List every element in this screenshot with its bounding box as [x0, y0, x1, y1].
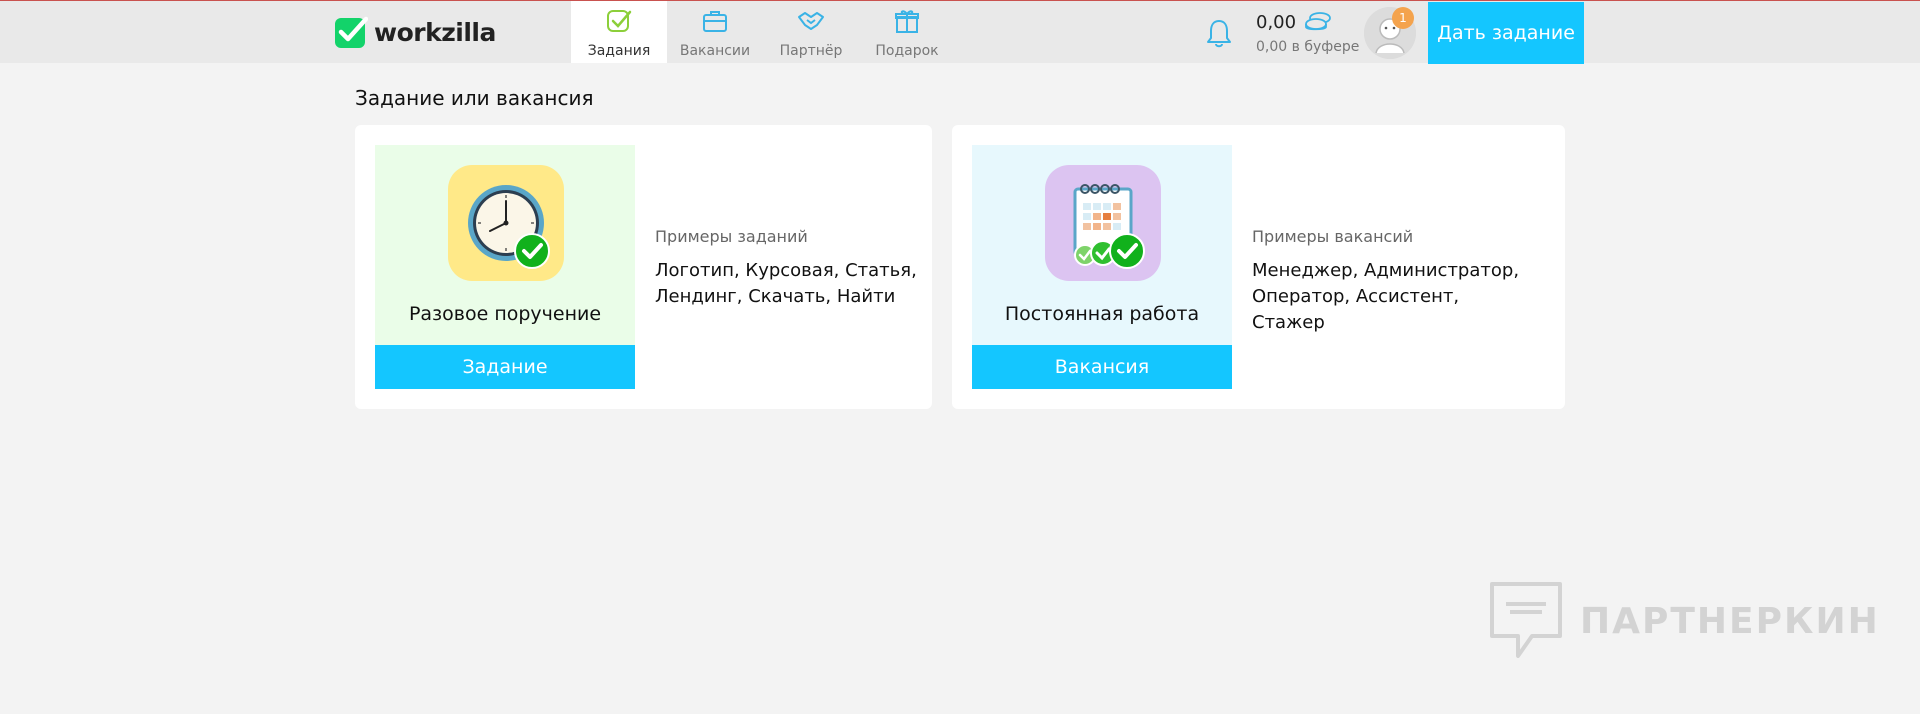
permanent-job-tile[interactable]: Постоянная работа Вакансия	[972, 145, 1232, 389]
logo[interactable]: workzilla	[334, 15, 496, 49]
nav-vacancies[interactable]: Вакансии	[667, 1, 763, 63]
tile-title: Разовое поручение	[408, 303, 602, 325]
balance[interactable]: 0,00 0,00 в буфере	[1256, 11, 1360, 56]
gift-icon	[895, 10, 919, 33]
task-check-icon	[607, 10, 632, 32]
page-title: Задание или вакансия	[355, 86, 594, 110]
nav-partner-label: Партнёр	[779, 43, 843, 59]
calendar-check-icon	[1073, 184, 1145, 269]
coins-icon	[1305, 12, 1331, 31]
give-task-button[interactable]: Дать задание	[1428, 2, 1584, 64]
nav-gift[interactable]: Подарок	[859, 1, 955, 63]
clock-tile-icon	[448, 165, 564, 281]
examples-text: Логотип, Курсовая, Статья, Лендинг, Скач…	[655, 260, 917, 307]
balance-buffer: 0,00 в буфере	[1256, 39, 1360, 55]
examples-label: Примеры заданий	[655, 227, 808, 246]
examples-text: Менеджер, Администратор, Оператор, Ассис…	[1252, 260, 1520, 333]
one-time-task-tile[interactable]: Разовое поручение Задание	[375, 145, 635, 389]
task-button[interactable]: Задание	[375, 345, 635, 389]
briefcase-icon	[703, 11, 727, 32]
vacancy-button[interactable]: Вакансия	[972, 345, 1232, 389]
calendar-tile-icon	[1045, 165, 1161, 281]
examples-label: Примеры вакансий	[1252, 227, 1414, 246]
watermark: ПАРТНЕРКИН	[1488, 580, 1880, 662]
nav-tasks-label: Задания	[587, 43, 651, 59]
logo-check-icon	[335, 16, 368, 48]
tile-title: Постоянная работа	[1004, 303, 1200, 325]
bell-icon[interactable]	[1204, 17, 1234, 49]
vacancy-card: Постоянная работа Вакансия Примеры вакан…	[952, 125, 1565, 409]
notification-badge: 1	[1392, 7, 1414, 29]
watermark-text: ПАРТНЕРКИН	[1580, 600, 1880, 642]
clock-check-icon	[468, 185, 550, 269]
nav-tasks[interactable]: Задания	[571, 1, 667, 63]
task-card: Разовое поручение Задание Примеры задани…	[355, 125, 932, 409]
nav-vacancies-label: Вакансии	[679, 43, 751, 59]
watermark-logo-icon	[1490, 582, 1562, 658]
vacancy-examples: Примеры вакансий Менеджер, Администратор…	[1252, 227, 1532, 336]
header: workzilla Задания Вакансии Партнёр Подар…	[0, 1, 1920, 64]
logo-text: workzilla	[374, 17, 496, 47]
handshake-icon	[798, 12, 824, 30]
balance-amount: 0,00	[1256, 11, 1297, 33]
nav-gift-label: Подарок	[875, 43, 939, 59]
nav-partner[interactable]: Партнёр	[763, 1, 859, 63]
main-nav: Задания Вакансии Партнёр Подарок	[571, 1, 955, 63]
task-examples: Примеры заданий Логотип, Курсовая, Стать…	[655, 227, 935, 310]
